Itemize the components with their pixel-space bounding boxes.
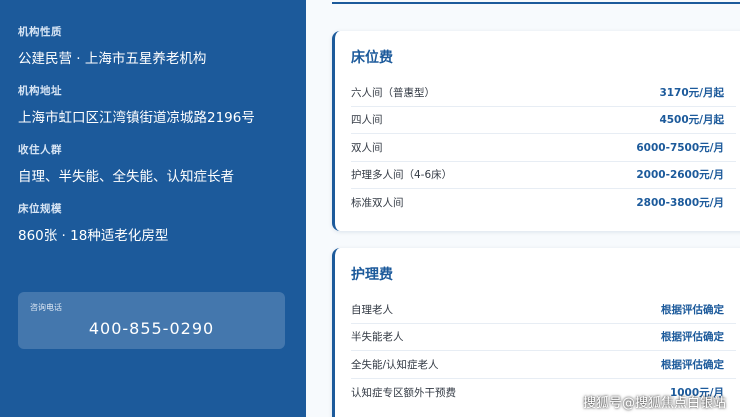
info-label: 床位规模 [18, 203, 62, 215]
phone-label: 咨询电话 [30, 303, 62, 312]
info-address: 机构地址 上海市虹口区江湾镇街道凉城路2196号 [18, 83, 288, 126]
fee-name: 四人间 [351, 114, 383, 127]
fee-name: 自理老人 [351, 303, 393, 316]
watermark: 搜狐号@搜狐焦点白银站 [582, 396, 726, 411]
fee-row: 半失能老人 根据评估确定 [351, 324, 736, 351]
fee-row: 全失能/认知症老人 根据评估确定 [351, 351, 736, 379]
info-panel: 机构性质 公建民营 · 上海市五星养老机构 机构地址 上海市虹口区江湾镇街道凉城… [0, 0, 306, 417]
phone-box[interactable]: 咨询电话 400-855-0290 [18, 292, 285, 349]
card-title: 床位费 [351, 50, 393, 66]
fee-name: 六人间（普惠型） [351, 86, 435, 99]
top-divider [332, 0, 740, 4]
info-value: 860张 · 18种适老化房型 [18, 228, 169, 244]
info-beds: 床位规模 860张 · 18种适老化房型 [18, 201, 288, 244]
fee-price: 2000-2600元/月 [636, 169, 724, 182]
info-nature: 机构性质 公建民营 · 上海市五星养老机构 [18, 24, 288, 67]
info-label: 机构性质 [18, 26, 62, 38]
fee-row: 四人间 4500元/月起 [351, 107, 736, 134]
fee-price: 4500元/月起 [659, 114, 724, 127]
phone-number[interactable]: 400-855-0290 [30, 319, 273, 338]
fee-name: 半失能老人 [351, 331, 404, 344]
fee-row: 自理老人 根据评估确定 [351, 296, 736, 324]
info-label: 收住人群 [18, 144, 62, 156]
fee-row: 六人间（普惠型） 3170元/月起 [351, 79, 736, 107]
card-title: 护理费 [351, 267, 393, 283]
fee-row: 标准双人间 2800-3800元/月 [351, 189, 736, 217]
fees-panel: 床位费 六人间（普惠型） 3170元/月起 四人间 4500元/月起 双人间 6… [306, 0, 740, 417]
fee-row: 双人间 6000-7500元/月 [351, 134, 736, 162]
fee-name: 护理多人间（4-6床） [351, 169, 453, 182]
info-value: 自理、半失能、全失能、认知症长者 [18, 169, 234, 185]
fee-name: 全失能/认知症老人 [351, 358, 439, 371]
fee-price: 根据评估确定 [661, 331, 724, 344]
fee-name: 认知症专区额外干预费 [351, 386, 456, 399]
fee-name: 双人间 [351, 141, 383, 154]
fee-row: 护理多人间（4-6床） 2000-2600元/月 [351, 162, 736, 189]
info-residents: 收住人群 自理、半失能、全失能、认知症长者 [18, 142, 288, 185]
fee-price: 3170元/月起 [659, 86, 724, 99]
fee-price: 6000-7500元/月 [636, 141, 724, 154]
fee-price: 根据评估确定 [661, 358, 724, 371]
fee-price: 根据评估确定 [661, 303, 724, 316]
info-value: 公建民营 · 上海市五星养老机构 [18, 51, 207, 67]
bed-fee-card: 床位费 六人间（普惠型） 3170元/月起 四人间 4500元/月起 双人间 6… [332, 31, 740, 231]
fee-price: 2800-3800元/月 [636, 197, 724, 210]
fee-name: 标准双人间 [351, 197, 404, 210]
info-value: 上海市虹口区江湾镇街道凉城路2196号 [18, 110, 255, 126]
info-label: 机构地址 [18, 85, 62, 97]
